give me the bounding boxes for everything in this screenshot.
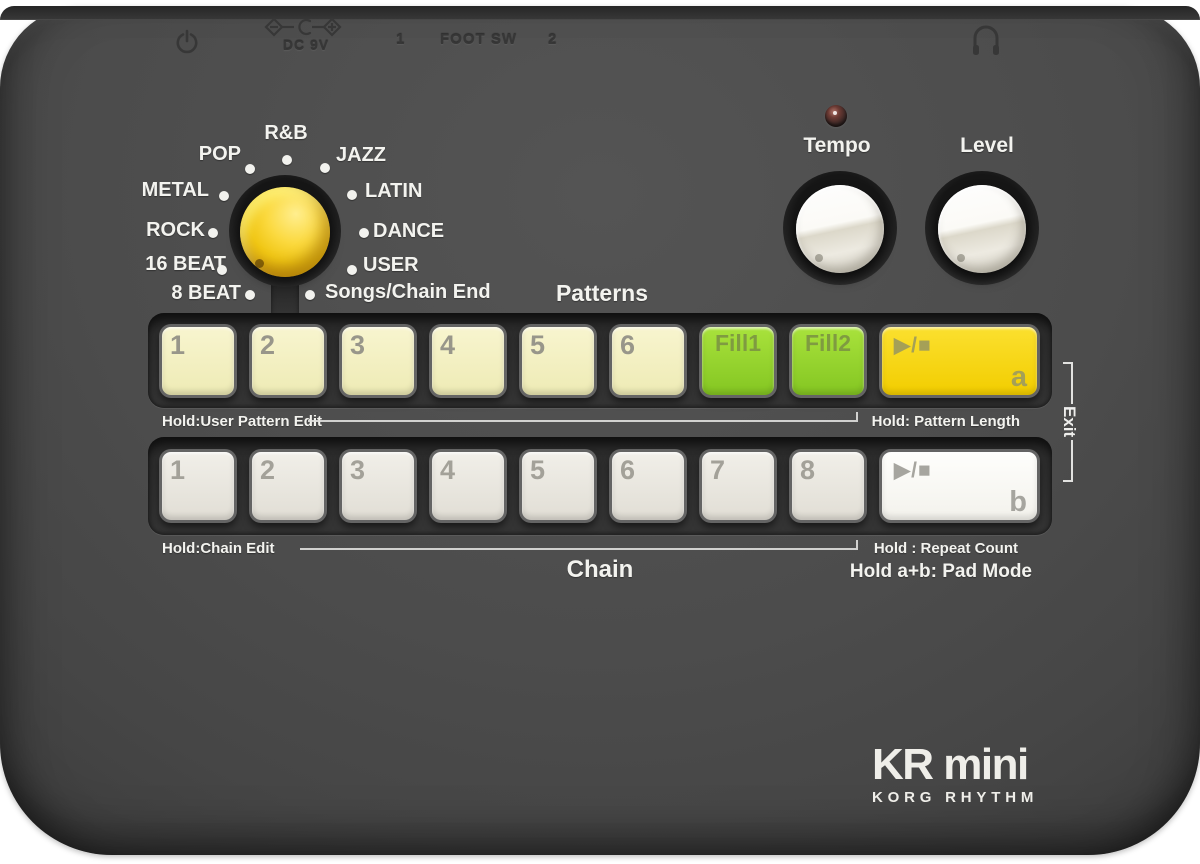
selector-label-latin: LATIN: [365, 181, 422, 201]
selector-label-rock: ROCK: [146, 220, 205, 240]
exit-bracket-top: [1063, 362, 1073, 404]
row-b-letter: b: [1009, 486, 1027, 519]
selector-label-songs-chain-end: Songs/Chain End: [325, 282, 491, 302]
selector-dot: [217, 265, 227, 275]
chain-title: Chain: [500, 557, 700, 583]
chain-pad-1[interactable]: 1: [162, 452, 234, 520]
selector-dot: [208, 228, 218, 238]
fill2-pad[interactable]: Fill2: [792, 327, 864, 395]
brand-sub-name: KORG RHYTHM: [872, 789, 1072, 806]
selector-dot: [305, 290, 315, 300]
dc-polarity-icon: [264, 17, 342, 37]
footsw-label: FOOT SW: [440, 31, 517, 48]
level-label: Level: [937, 135, 1037, 157]
play-stop-icon: ▶/■: [894, 458, 932, 483]
footsw-jack-2-label: 2: [548, 31, 556, 48]
level-knob[interactable]: [938, 185, 1026, 273]
chain-pad-2[interactable]: 2: [252, 452, 324, 520]
chain-pad-5[interactable]: 5: [522, 452, 594, 520]
exit-bracket: Exit: [1063, 362, 1073, 482]
chain-tray-b: 1 2 3 4 5 6 7 8 ▶/■ b: [148, 437, 1052, 535]
chain-pad-3[interactable]: 3: [342, 452, 414, 520]
model-name: KR mini: [872, 746, 1072, 784]
tempo-knob[interactable]: [796, 185, 884, 273]
hold-line-a: [308, 420, 858, 422]
pattern-pad-4[interactable]: 4: [432, 327, 504, 395]
brand-logo: KR mini KORG RHYTHM: [872, 746, 1072, 806]
play-stop-icon: ▶/■: [894, 333, 932, 358]
headphone-icon: [970, 21, 1002, 59]
hold-pad-mode-label: Hold a+b: Pad Mode: [850, 561, 1032, 583]
footsw-jack-1-label: 1: [396, 31, 404, 48]
pattern-pad-3[interactable]: 3: [342, 327, 414, 395]
patterns-title: Patterns: [502, 281, 702, 305]
pattern-tray-a: 1 2 3 4 5 6 Fill1 Fill2 ▶/■ a: [148, 313, 1052, 408]
hold-line-b: [300, 548, 858, 550]
exit-label: Exit: [1063, 406, 1075, 437]
pattern-pad-5[interactable]: 5: [522, 327, 594, 395]
selector-dot: [282, 155, 292, 165]
chain-pad-6[interactable]: 6: [612, 452, 684, 520]
hold-pattern-length-label: Hold: Pattern Length: [872, 413, 1020, 431]
genre-selector-knob[interactable]: [240, 187, 330, 277]
selector-label-dance: DANCE: [373, 221, 444, 241]
selector-label-pop: POP: [199, 144, 241, 164]
pattern-pad-1[interactable]: 1: [162, 327, 234, 395]
selector-label-16beat: 16 BEAT: [145, 254, 226, 274]
fill1-pad[interactable]: Fill1: [702, 327, 774, 395]
selector-label-rnb: R&B: [246, 123, 326, 143]
selector-dot: [347, 265, 357, 275]
kr-mini-device-body: DC 9V 1 FOOT SW 2 R&B POP JAZZ METAL LAT…: [0, 6, 1200, 855]
selector-label-8beat: 8 BEAT: [171, 283, 241, 303]
hold-repeat-count-label: Hold : Repeat Count: [874, 540, 1018, 558]
selector-dot: [245, 290, 255, 300]
selector-dot: [219, 191, 229, 201]
chain-pad-8[interactable]: 8: [792, 452, 864, 520]
chain-pad-7[interactable]: 7: [702, 452, 774, 520]
selector-dot: [347, 190, 357, 200]
power-icon: [174, 28, 200, 56]
selector-label-user: USER: [363, 255, 419, 275]
play-stop-button-a[interactable]: ▶/■ a: [882, 327, 1037, 395]
pattern-pad-6[interactable]: 6: [612, 327, 684, 395]
play-stop-button-b[interactable]: ▶/■ b: [882, 452, 1037, 520]
selector-label-metal: METAL: [142, 180, 209, 200]
exit-bracket-bottom: [1063, 440, 1073, 482]
hold-chain-edit-label: Hold:Chain Edit: [162, 540, 275, 558]
chain-pad-4[interactable]: 4: [432, 452, 504, 520]
selector-dot: [320, 163, 330, 173]
tempo-led: [825, 105, 847, 127]
hold-user-pattern-edit-label: Hold:User Pattern Edit: [162, 413, 322, 431]
pattern-pad-2[interactable]: 2: [252, 327, 324, 395]
row-a-letter: a: [1011, 361, 1027, 394]
selector-dot: [245, 164, 255, 174]
product-photo: DC 9V 1 FOOT SW 2 R&B POP JAZZ METAL LAT…: [0, 0, 1200, 864]
tempo-label: Tempo: [787, 135, 887, 157]
dc-voltage-label: DC 9V: [272, 37, 340, 53]
selector-label-jazz: JAZZ: [336, 145, 386, 165]
selector-dot: [359, 228, 369, 238]
